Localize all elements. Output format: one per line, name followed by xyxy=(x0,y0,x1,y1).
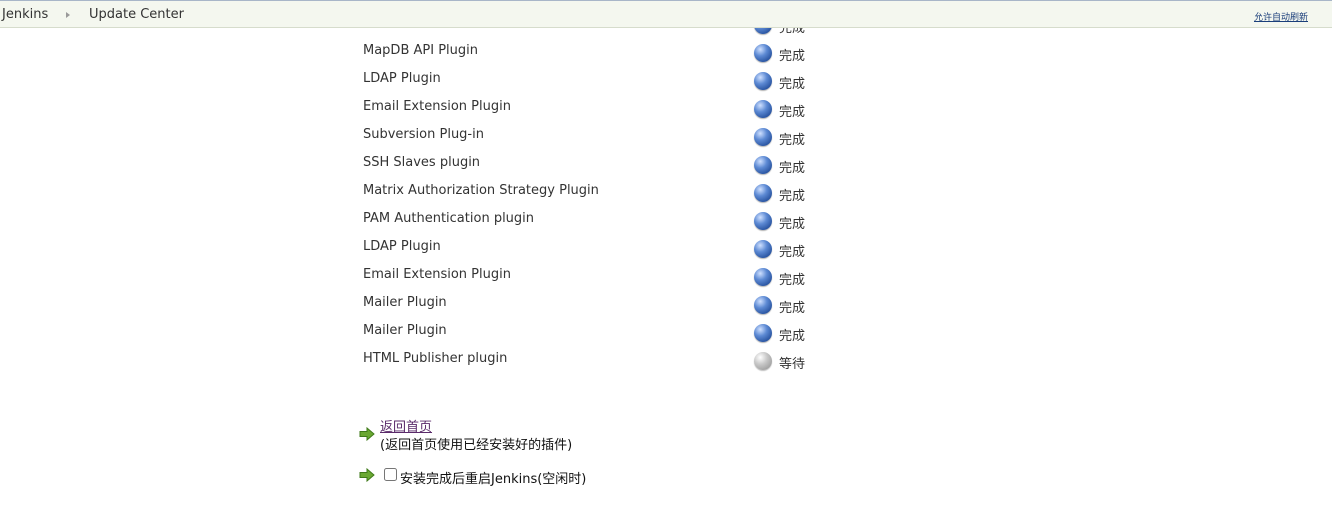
plugin-status: 完成 xyxy=(779,273,806,288)
blue-ball-icon xyxy=(754,100,772,118)
restart-after-install-label[interactable]: 安装完成后重启Jenkins(空闲时) xyxy=(400,468,586,487)
blue-ball-icon xyxy=(754,268,772,286)
plugin-name: Matrix Authorization Strategy Plugin xyxy=(363,183,599,198)
blue-ball-icon xyxy=(754,296,772,314)
blue-ball-icon xyxy=(754,212,772,230)
plugin-row: Email Extension Plugin 完成 xyxy=(0,92,1332,120)
plugin-name: Mailer Plugin xyxy=(363,323,447,338)
plugin-row: MapDB API Plugin 完成 xyxy=(0,36,1332,64)
plugin-name: HTML Publisher plugin xyxy=(363,351,508,366)
green-arrow-icon xyxy=(359,427,375,441)
blue-ball-icon xyxy=(754,184,772,202)
auto-refresh-link[interactable]: 允许自动刷新 xyxy=(1254,10,1308,23)
plugin-row: Matrix Authorization Strategy Plugin 完成 xyxy=(0,176,1332,204)
plugin-name: SSH Slaves plugin xyxy=(363,155,481,170)
plugin-name: Email Extension Plugin xyxy=(363,267,511,282)
plugin-row: Subversion Plug-in 完成 xyxy=(0,120,1332,148)
plugin-status: 完成 xyxy=(779,105,806,120)
plugin-status: 完成 xyxy=(779,189,806,204)
plugin-row: SSH Slaves plugin 完成 xyxy=(0,148,1332,176)
plugin-name: MapDB API Plugin xyxy=(363,43,478,58)
blue-ball-icon xyxy=(754,156,772,174)
breadcrumb-update-center-link[interactable]: Update Center xyxy=(89,7,184,22)
plugin-row: Mailer Plugin 完成 xyxy=(0,288,1332,316)
grey-ball-icon xyxy=(754,352,772,370)
plugin-name: Subversion Plug-in xyxy=(363,127,484,142)
plugin-name: PAM Authentication plugin xyxy=(363,211,535,226)
plugin-row: PAM Authentication plugin 完成 xyxy=(0,204,1332,232)
plugin-name: LDAP Plugin xyxy=(363,239,441,254)
restart-after-install-checkbox[interactable] xyxy=(384,468,397,481)
plugin-status: 完成 xyxy=(779,245,806,260)
breadcrumb-jenkins-link[interactable]: Jenkins xyxy=(2,7,48,22)
plugin-status: 完成 xyxy=(779,77,806,92)
plugin-row: LDAP Plugin 完成 xyxy=(0,64,1332,92)
plugin-name: LDAP Plugin xyxy=(363,71,441,86)
plugin-status: 等待 xyxy=(779,357,806,372)
plugin-status: 完成 xyxy=(779,161,806,176)
plugin-row: Mailer Plugin 完成 xyxy=(0,316,1332,344)
plugin-row: Email Extension Plugin 完成 xyxy=(0,260,1332,288)
plugin-status: 完成 xyxy=(779,329,806,344)
blue-ball-icon xyxy=(754,240,772,258)
blue-ball-icon xyxy=(754,128,772,146)
blue-ball-icon xyxy=(754,324,772,342)
plugin-status: 完成 xyxy=(779,301,806,316)
breadcrumb: Jenkins Update Center 允许自动刷新 xyxy=(0,0,1332,28)
blue-ball-icon xyxy=(754,72,772,90)
plugin-name: Mailer Plugin xyxy=(363,295,447,310)
plugin-install-list: 完成 MapDB API Plugin 完成 LDAP Plugin 完成 Email E… xyxy=(0,8,1332,372)
blue-ball-icon xyxy=(754,44,772,62)
update-center-page: 完成 MapDB API Plugin 完成 LDAP Plugin 完成 Email E… xyxy=(0,0,1332,527)
plugin-name: Email Extension Plugin xyxy=(363,99,511,114)
plugin-row: HTML Publisher plugin 等待 xyxy=(0,344,1332,372)
plugin-status: 完成 xyxy=(779,133,806,148)
breadcrumb-separator-icon xyxy=(66,12,70,18)
plugin-row: LDAP Plugin 完成 xyxy=(0,232,1332,260)
back-to-home-description: (返回首页使用已经安装好的插件) xyxy=(380,438,573,453)
green-arrow-icon xyxy=(359,468,375,482)
back-to-home-link[interactable]: 返回首页 xyxy=(380,416,432,435)
plugin-status: 完成 xyxy=(779,49,806,64)
plugin-status: 完成 xyxy=(779,217,806,232)
